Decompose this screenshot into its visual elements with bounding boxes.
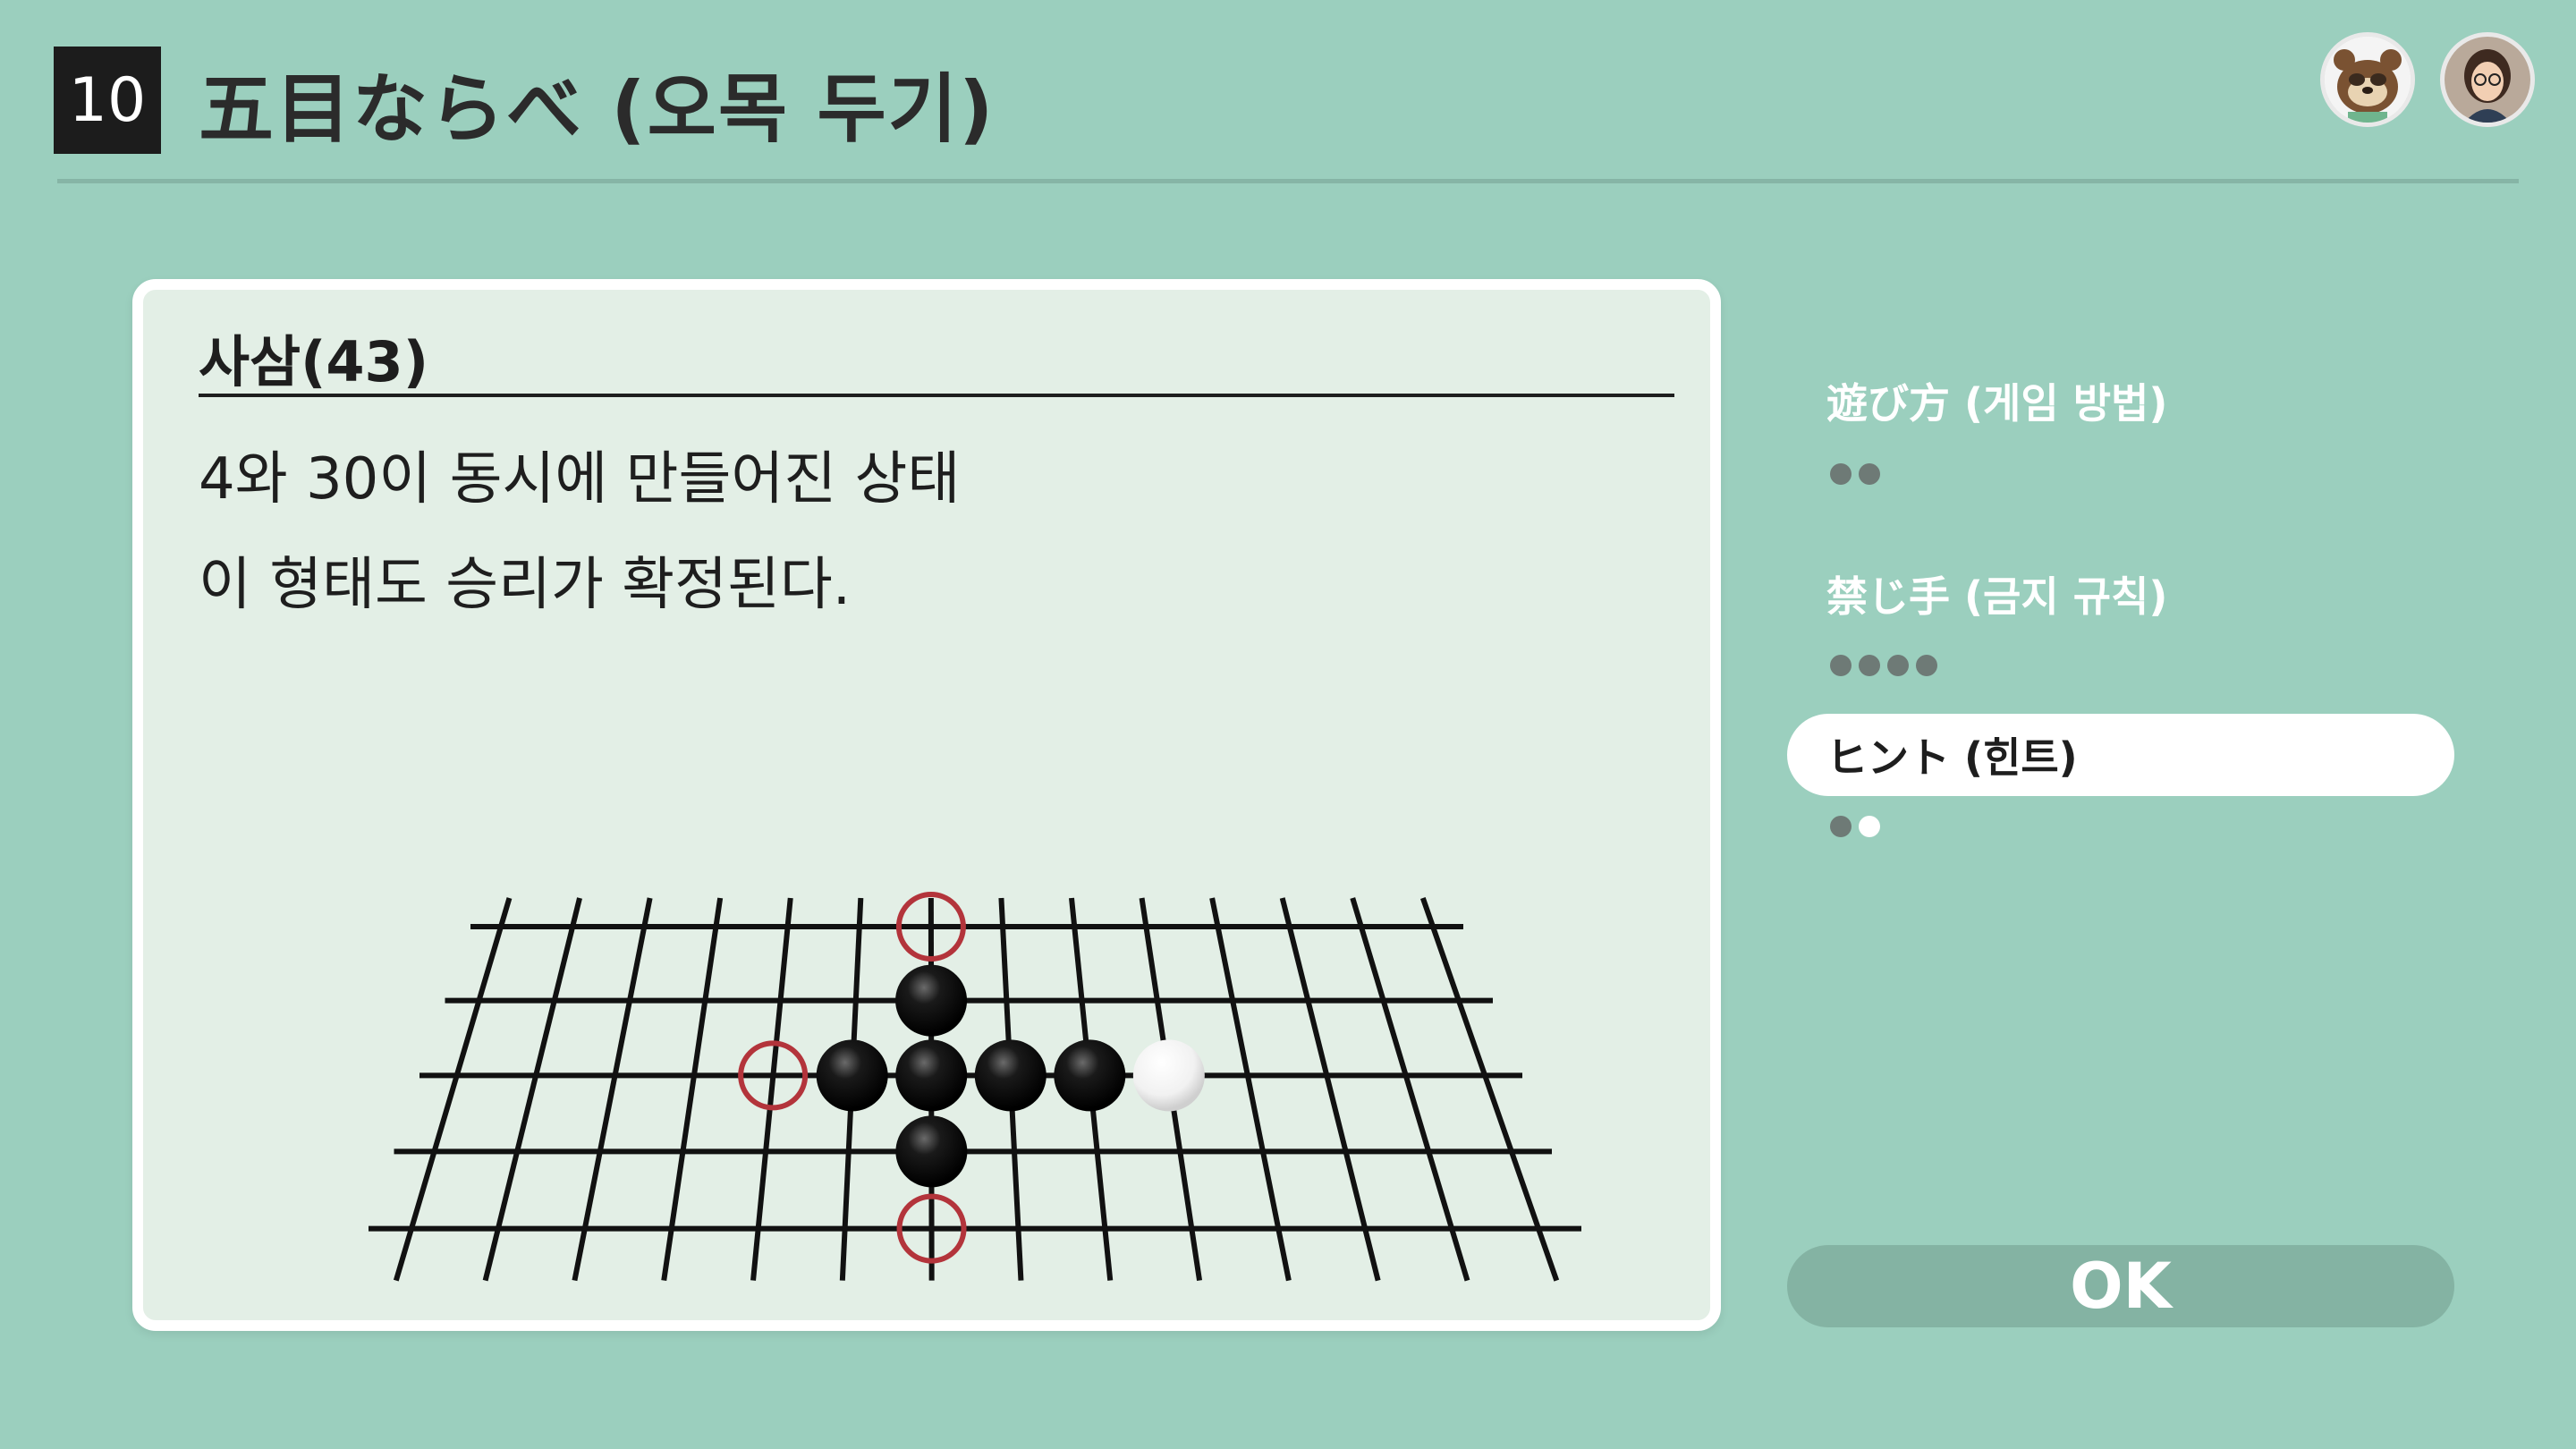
menu-item-forbidden-moves[interactable]: 禁じ手 (금지 규칙): [1787, 553, 2454, 635]
page-dot: [1830, 816, 1852, 837]
board-grid: [369, 897, 1581, 1282]
grid-line-vertical: [393, 897, 513, 1282]
black-stone: [895, 964, 968, 1037]
black-stone: [1054, 1039, 1126, 1112]
player-avatar[interactable]: [2440, 32, 2535, 127]
page-indicator-how-to-play: [1830, 463, 1880, 485]
page-dot: [1830, 463, 1852, 485]
hint-card: 사삼(43) 4와 30이 동시에 만들어진 상태 이 형태도 승리가 확정된다…: [132, 279, 1721, 1331]
header-divider: [57, 179, 2519, 183]
page-dot: [1859, 655, 1880, 676]
black-stone: [974, 1039, 1046, 1112]
grid-line-vertical: [1350, 897, 1470, 1282]
grid-line-vertical: [661, 897, 724, 1282]
page-dot: [1830, 655, 1852, 676]
page-title: 五目ならべ (오목 두기): [199, 64, 996, 153]
grid-line-vertical: [1279, 897, 1381, 1282]
page-dot: [1859, 816, 1880, 837]
page-dot: [1859, 463, 1880, 485]
grid-line-vertical: [1209, 897, 1292, 1282]
black-stone: [895, 1115, 968, 1188]
menu-item-how-to-play[interactable]: 遊び方 (게임 방법): [1787, 360, 2454, 442]
gomoku-board: [369, 892, 1581, 1282]
page-indicator-hint: [1830, 816, 1880, 837]
page-dot: [1887, 655, 1909, 676]
grid-line-vertical: [1419, 897, 1560, 1282]
lesson-number: 10: [54, 47, 161, 154]
grid-line-vertical: [572, 897, 653, 1282]
black-stone: [895, 1039, 968, 1112]
black-stone: [816, 1039, 888, 1112]
page-dot: [1916, 655, 1937, 676]
tom-nook-avatar[interactable]: [2320, 32, 2415, 127]
white-stone: [1132, 1039, 1205, 1112]
grid-line-vertical: [482, 897, 582, 1282]
menu-item-hint[interactable]: ヒント (힌트): [1787, 714, 2454, 796]
page-indicator-forbidden-moves: [1830, 655, 1937, 676]
grid-line-vertical: [750, 897, 793, 1281]
ok-button[interactable]: OK: [1787, 1245, 2454, 1327]
